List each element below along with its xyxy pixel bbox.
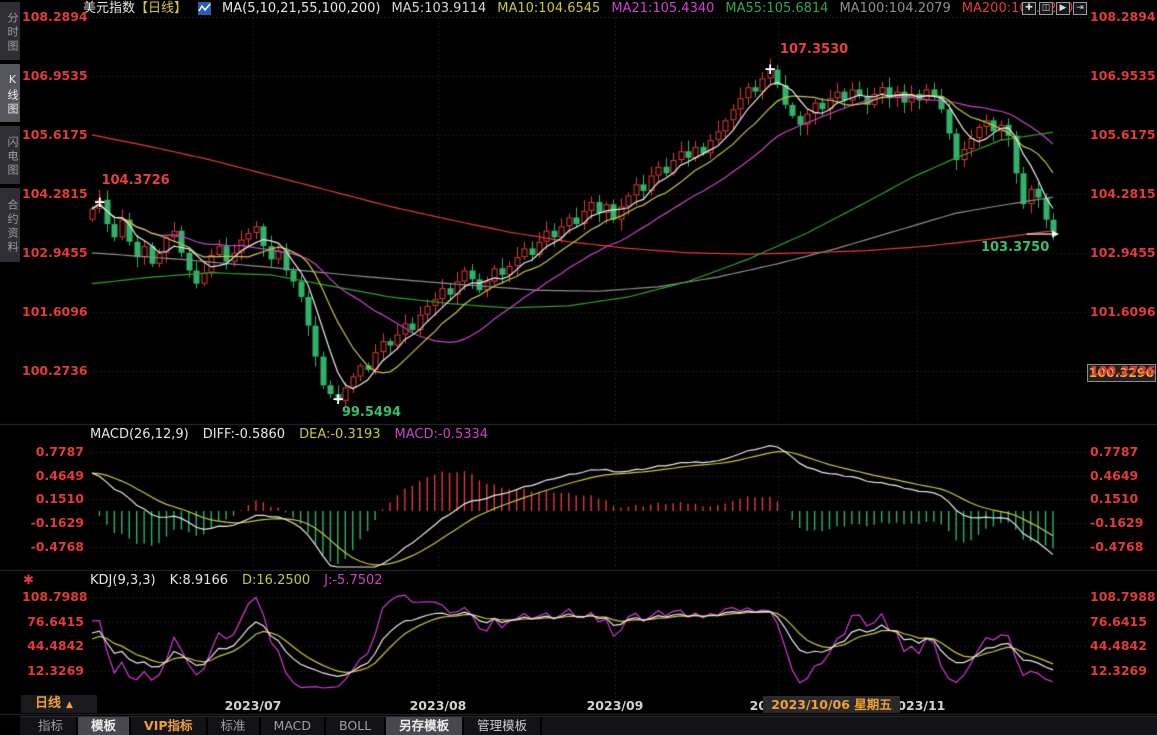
crosshair-icon[interactable]: ✚ <box>1022 2 1036 15</box>
ma-chart-icon[interactable] <box>198 2 211 15</box>
price-axis-label-right: 102.9455 <box>1090 245 1152 261</box>
macd-axis-label-right: -0.1629 <box>1090 515 1152 531</box>
macd-axis-label-right: 0.7787 <box>1090 444 1152 460</box>
price-annotation: 99.5494 <box>342 406 401 420</box>
kdj-axis-label-left: 12.3269 <box>22 663 84 679</box>
macd-macd-value: MACD:-0.5334 <box>395 427 489 443</box>
kdj-axis-label-left: 76.6415 <box>22 614 84 630</box>
macd-axis-label-right: -0.4768 <box>1090 539 1152 555</box>
kdj-axis-label-right: 44.4842 <box>1090 638 1152 654</box>
macd-axis-label-left: 0.7787 <box>22 444 84 460</box>
macd-header: MACD(26,12,9) DIFF:-0.5860 DEA:-0.3193 M… <box>90 427 488 443</box>
macd-diff-value: DIFF:-0.5860 <box>203 427 285 443</box>
kdj-axis-label-right: 108.7988 <box>1090 589 1152 605</box>
period-label: 【日线】 <box>135 1 187 17</box>
kdj-axis-label-left: 108.7988 <box>22 589 84 605</box>
price-axis-label-right: 104.2815 <box>1090 186 1152 202</box>
sidebar-item-time-chart[interactable]: 分时图 <box>0 2 20 60</box>
toolbar-tab-manage-templates[interactable]: 管理模板 <box>464 717 542 735</box>
ma-formula: MA(5,10,21,55,100,200) <box>222 1 380 17</box>
price-marker-cross: + <box>93 194 105 210</box>
macd-axis-label-right: 0.4649 <box>1090 468 1152 484</box>
kdj-axis-label-left: 44.4842 <box>22 638 84 654</box>
x-axis-label: 2023/07 <box>213 698 293 714</box>
ma100-value: MA100:104.2079 <box>839 1 950 17</box>
axis-scale-icon[interactable]: ◫ <box>1039 2 1053 15</box>
kdj-header: KDJ(9,3,3) K:8.9166 D:16.2500 J:-5.7502 <box>90 573 383 589</box>
kdj-axis-label-right: 12.3269 <box>1090 663 1152 679</box>
kdj-d-value: D:16.2500 <box>242 573 310 589</box>
kdj-axis-label-right: 76.6415 <box>1090 614 1152 630</box>
macd-axis-label-left: -0.1629 <box>22 515 84 531</box>
price-annotation: 103.3750 <box>981 241 1049 255</box>
price-marker-cross: + <box>764 61 776 77</box>
trading-app-window: { "app": { "header": { "title": "美元指数", … <box>0 0 1157 735</box>
toolbar-tab-standard[interactable]: 标准 <box>208 717 261 735</box>
chevron-up-icon: ▲ <box>66 700 73 710</box>
price-annotation: 104.3726 <box>101 174 169 188</box>
price-axis-label-left: 108.2894 <box>22 9 84 25</box>
macd-title: MACD(26,12,9) <box>90 427 189 443</box>
x-axis-label: 2023/08 <box>398 698 478 714</box>
price-axis-label-left: 102.9455 <box>22 245 84 261</box>
price-axis-label-right: 106.9535 <box>1090 68 1152 84</box>
macd-axis-label-left: 0.4649 <box>22 468 84 484</box>
price-axis-label-right: 101.6096 <box>1090 304 1152 320</box>
price-axis-label-right: 100.2736 <box>1090 363 1152 379</box>
sidebar-item-lightning-chart[interactable]: 闪电图 <box>0 126 20 184</box>
symbol-title: 美元指数 <box>83 1 135 17</box>
period-selector[interactable]: 日线▲ <box>21 695 97 713</box>
price-axis-label-right: 108.2894 <box>1090 9 1152 25</box>
crosshair-date-badge: 2023/10/06 星期五 <box>763 696 900 713</box>
macd-axis-label-right: 0.1510 <box>1090 491 1152 507</box>
price-axis-label-left: 104.2815 <box>22 186 84 202</box>
kdj-k-value: K:8.9166 <box>170 573 228 589</box>
chart-canvas[interactable] <box>0 0 1157 735</box>
page-forward-icon[interactable]: ⇥ <box>1073 2 1087 15</box>
kdj-j-value: J:-5.7502 <box>324 573 382 589</box>
chart-toolbar-icons: ✚ ◫ ▶ ⇥ <box>1022 2 1087 15</box>
indicator-settings-icon[interactable]: ✱ <box>23 574 34 588</box>
playback-icon[interactable]: ▶ <box>1056 2 1070 15</box>
sidebar-item-kline-chart[interactable]: K线图 <box>0 64 20 122</box>
price-axis-label-left: 100.2736 <box>22 363 84 379</box>
bottom-toolbar: 指标模板VIP指标标准MACDBOLL另存模板管理模板 <box>20 716 1157 735</box>
price-axis-label-left: 106.9535 <box>22 68 84 84</box>
toolbar-tab-templates[interactable]: 模板 <box>78 717 131 735</box>
toolbar-tab-indicators[interactable]: 指标 <box>25 717 78 735</box>
macd-axis-label-left: -0.4768 <box>22 539 84 555</box>
toolbar-tab-save-template[interactable]: 另存模板 <box>386 717 464 735</box>
macd-axis-label-left: 0.1510 <box>22 491 84 507</box>
toolbar-tab-vip-indicators[interactable]: VIP指标 <box>131 717 208 735</box>
price-axis-label-right: 105.6175 <box>1090 127 1152 143</box>
macd-dea-value: DEA:-0.3193 <box>299 427 380 443</box>
kdj-title: KDJ(9,3,3) <box>90 573 156 589</box>
price-annotation: 107.3530 <box>780 43 848 57</box>
toolbar-tab-boll[interactable]: BOLL <box>326 717 386 735</box>
ma21-value: MA21:105.4340 <box>611 1 714 17</box>
ma5-value: MA5:103.9114 <box>391 1 486 17</box>
x-axis-label: 2023/09 <box>575 698 655 714</box>
price-axis-label-left: 105.6175 <box>22 127 84 143</box>
ma10-value: MA10:104.6545 <box>497 1 600 17</box>
sidebar-item-contract-info[interactable]: 合约资料 <box>0 188 20 262</box>
price-axis-label-left: 101.6096 <box>22 304 84 320</box>
ma55-value: MA55:105.6814 <box>725 1 828 17</box>
toolbar-tab-macd[interactable]: MACD <box>261 717 326 735</box>
chart-header: 美元指数 【日线】 MA(5,10,21,55,100,200) MA5:103… <box>83 0 1073 17</box>
